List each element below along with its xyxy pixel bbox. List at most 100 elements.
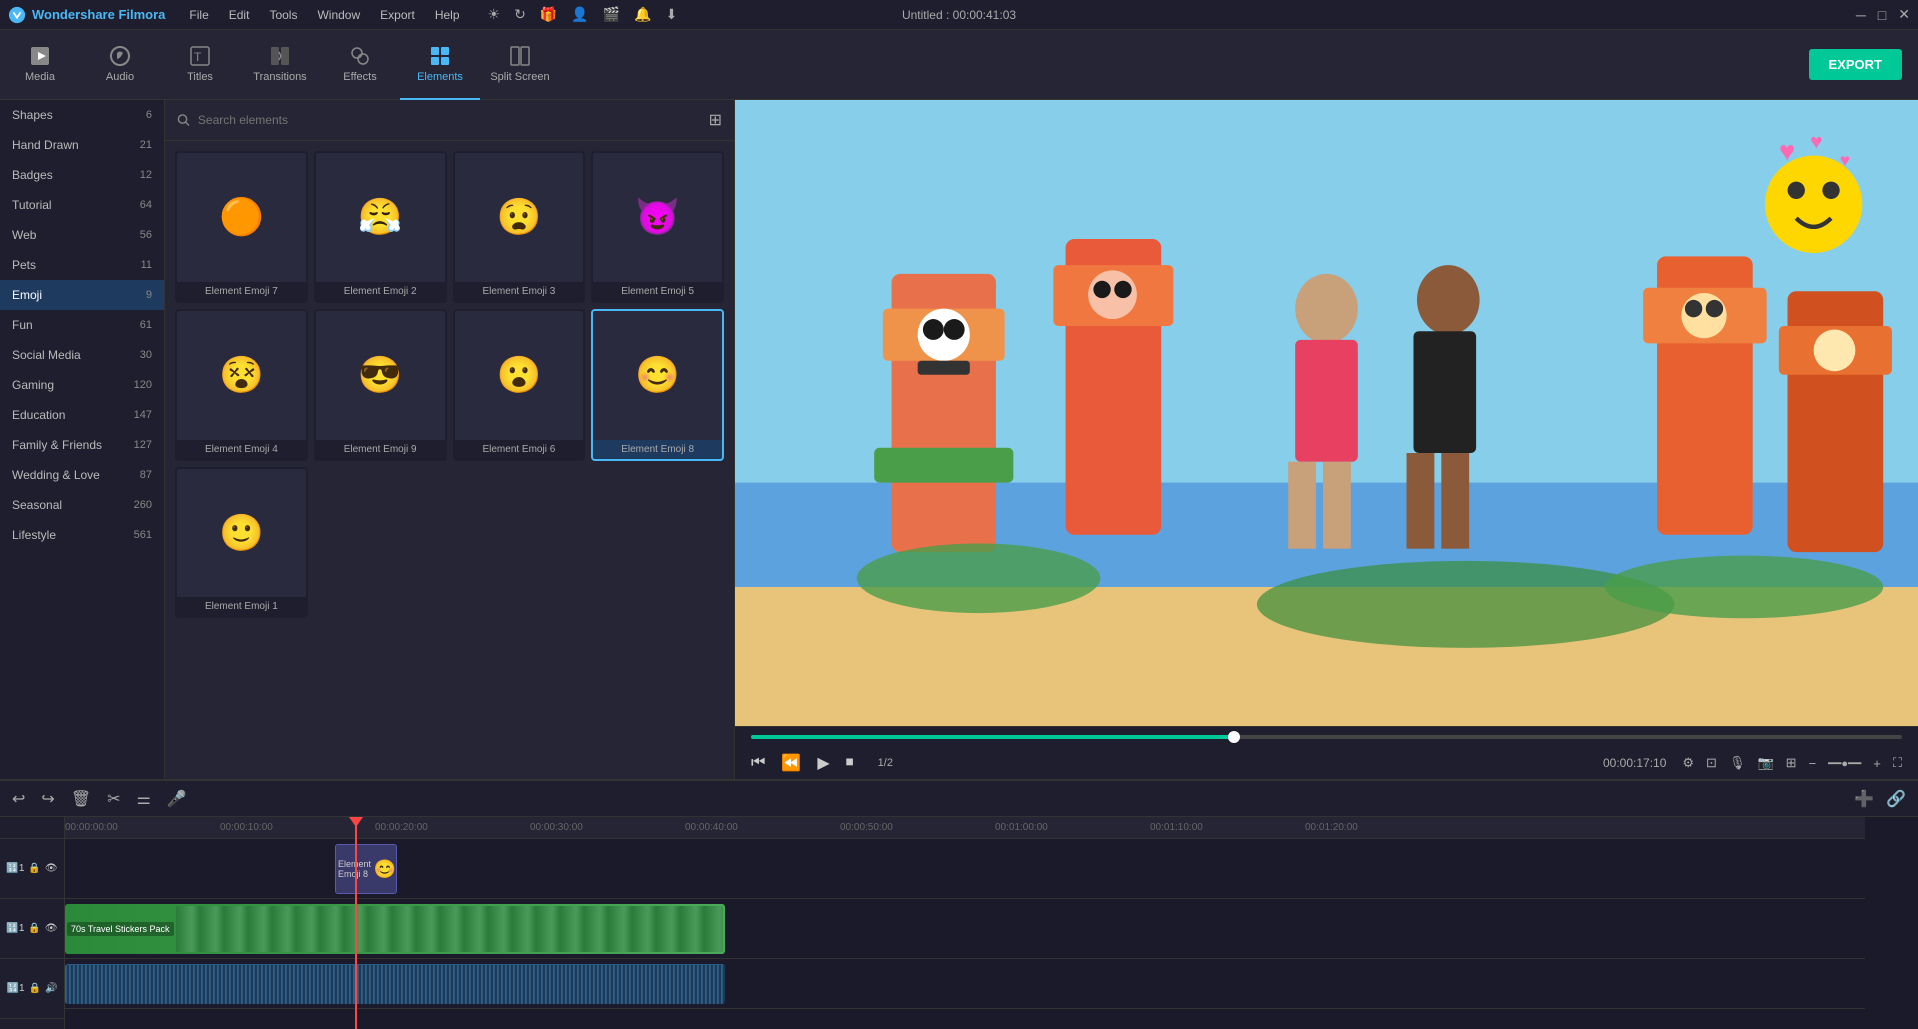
- element-emoji2-label: Element Emoji 2: [316, 282, 445, 301]
- progress-bar[interactable]: [751, 735, 1902, 739]
- menu-file[interactable]: File: [181, 6, 216, 24]
- close-button[interactable]: ✕: [1898, 6, 1910, 23]
- play-button[interactable]: ▶: [817, 753, 829, 773]
- menu-export[interactable]: Export: [372, 6, 423, 24]
- sun-icon[interactable]: ☀: [488, 6, 501, 23]
- sidebar-item-web[interactable]: Web 56: [0, 220, 164, 250]
- redo-button[interactable]: ↪: [41, 789, 54, 809]
- element-emoji8[interactable]: 😊 Element Emoji 8: [591, 309, 724, 461]
- split-button[interactable]: ⚌: [137, 789, 151, 809]
- sidebar-item-education[interactable]: Education 147: [0, 400, 164, 430]
- snapshot-icon[interactable]: 📷: [1757, 755, 1773, 771]
- film-icon[interactable]: 🎬: [603, 6, 620, 23]
- titlebar-icons: ☀ ↻ 🎁 👤 🎬 🔔 ⬇: [488, 6, 678, 23]
- timeline-tracks: 🔢1 🔒 👁 🔢1 🔒 👁 🔢1 🔒 🔊: [0, 817, 65, 1029]
- titlebar: Wondershare Filmora File Edit Tools Wind…: [0, 0, 1918, 30]
- menu-edit[interactable]: Edit: [221, 6, 258, 24]
- minimize-button[interactable]: ─: [1856, 7, 1866, 23]
- element-emoji9[interactable]: 😎 Element Emoji 9: [314, 309, 447, 461]
- gift-icon[interactable]: 🎁: [540, 6, 557, 23]
- toolbar-media[interactable]: Media: [0, 30, 80, 100]
- svg-text:♥: ♥: [1840, 150, 1850, 170]
- maximize-button[interactable]: □: [1878, 7, 1886, 23]
- grid-toggle-button[interactable]: ⊞: [709, 110, 722, 130]
- track-header-video: 🔢1 🔒 👁: [0, 899, 64, 959]
- settings-icon[interactable]: ⚙: [1682, 755, 1694, 771]
- user-icon[interactable]: 👤: [571, 6, 588, 23]
- sidebar-item-emoji[interactable]: Emoji 9: [0, 280, 164, 310]
- toolbar-titles[interactable]: T Titles: [160, 30, 240, 100]
- download-icon[interactable]: ⬇: [666, 6, 678, 23]
- mic-icon[interactable]: 🎙: [1729, 755, 1746, 771]
- track2-num: 🔢1: [6, 923, 24, 934]
- step-back-button[interactable]: ⏪: [781, 753, 801, 773]
- element-emoji3[interactable]: 😧 Element Emoji 3: [453, 151, 586, 303]
- sidebar-item-gaming[interactable]: Gaming 120: [0, 370, 164, 400]
- menu-help[interactable]: Help: [427, 6, 468, 24]
- sidebar-item-handdrawn[interactable]: Hand Drawn 21: [0, 130, 164, 160]
- fullscreen-icon[interactable]: ⛶: [1893, 755, 1902, 771]
- element-emoji4[interactable]: 😵 Element Emoji 4: [175, 309, 308, 461]
- video-clip[interactable]: 70s Travel Stickers Pack: [65, 904, 725, 954]
- element-emoji7[interactable]: 🟠 Element Emoji 7: [175, 151, 308, 303]
- element-emoji1[interactable]: 🙂 Element Emoji 1: [175, 467, 308, 619]
- link-button[interactable]: 🔗: [1886, 789, 1906, 809]
- progress-handle[interactable]: [1228, 731, 1240, 743]
- track3-lock[interactable]: 🔒: [29, 983, 41, 994]
- track2-eye[interactable]: 👁: [45, 923, 58, 934]
- menu-window[interactable]: Window: [309, 6, 368, 24]
- track2-lock[interactable]: 🔒: [28, 923, 40, 934]
- stop-button[interactable]: ⏹: [846, 754, 854, 772]
- toolbar-splitscreen[interactable]: Split Screen: [480, 30, 560, 100]
- elements-grid: 🟠 Element Emoji 7 😤 Element Emoji 2 😧 El…: [165, 141, 734, 628]
- toolbar-transitions[interactable]: Transitions: [240, 30, 320, 100]
- sidebar-item-seasonal[interactable]: Seasonal 260: [0, 490, 164, 520]
- timeline-ruler-area[interactable]: 00:00:00:00 00:00:10:00 00:00:20:00 00:0…: [65, 817, 1918, 1029]
- menu-tools[interactable]: Tools: [261, 6, 305, 24]
- element-emoji9-thumb: 😎: [316, 311, 445, 440]
- export-button[interactable]: EXPORT: [1809, 49, 1902, 80]
- timecode-display: 00:00:17:10: [1603, 756, 1666, 770]
- delete-button[interactable]: 🗑: [71, 789, 91, 809]
- track1-eye[interactable]: 👁: [45, 863, 58, 874]
- video-preview: ♥ ♥ ♥: [735, 100, 1918, 726]
- add-track-button[interactable]: ➕: [1854, 789, 1874, 809]
- zoom-slider[interactable]: ━━●━━: [1828, 757, 1861, 770]
- toolbar-splitscreen-label: Split Screen: [490, 71, 549, 83]
- sidebar-item-familyfriends[interactable]: Family & Friends 127: [0, 430, 164, 460]
- svg-text:♥: ♥: [1779, 136, 1796, 167]
- track3-sound[interactable]: 🔊: [45, 983, 57, 994]
- voiceover-button[interactable]: 🎤: [167, 789, 187, 809]
- toolbar-elements[interactable]: Elements: [400, 30, 480, 100]
- cut-button[interactable]: ✂: [107, 789, 120, 809]
- element-emoji6[interactable]: 😮 Element Emoji 6: [453, 309, 586, 461]
- element-emoji5[interactable]: 😈 Element Emoji 5: [591, 151, 724, 303]
- element-clip[interactable]: Element Emoji 8 😊: [335, 844, 397, 894]
- sidebar-item-weddinglove[interactable]: Wedding & Love 87: [0, 460, 164, 490]
- sidebar-item-lifestyle[interactable]: Lifestyle 561: [0, 520, 164, 550]
- playhead-marker[interactable]: [349, 817, 363, 827]
- sidebar-item-fun[interactable]: Fun 61: [0, 310, 164, 340]
- audio-clip[interactable]: [65, 964, 725, 1004]
- skip-back-button[interactable]: ⏮: [751, 754, 765, 772]
- element-emoji2[interactable]: 😤 Element Emoji 2: [314, 151, 447, 303]
- crop-icon[interactable]: ⊡: [1706, 755, 1717, 771]
- toolbar-audio[interactable]: Audio: [80, 30, 160, 100]
- sidebar-item-badges[interactable]: Badges 12: [0, 160, 164, 190]
- zoom-in-icon[interactable]: +: [1873, 756, 1881, 771]
- bell-icon[interactable]: 🔔: [634, 6, 651, 23]
- layout-icon[interactable]: ⊞: [1786, 755, 1797, 771]
- toolbar-effects[interactable]: Effects: [320, 30, 400, 100]
- preview-svg: ♥ ♥ ♥: [735, 100, 1918, 726]
- search-input[interactable]: [198, 113, 701, 127]
- sidebar-item-socialmedia[interactable]: Social Media 30: [0, 340, 164, 370]
- track3-num: 🔢1: [7, 983, 25, 994]
- sidebar-item-tutorial[interactable]: Tutorial 64: [0, 190, 164, 220]
- sidebar-item-pets[interactable]: Pets 11: [0, 250, 164, 280]
- track1-lock[interactable]: 🔒: [28, 863, 40, 874]
- playhead-line: [355, 817, 357, 1029]
- zoom-out-icon[interactable]: −: [1809, 756, 1817, 771]
- undo-button[interactable]: ↩: [12, 789, 25, 809]
- sidebar-item-shapes[interactable]: Shapes 6: [0, 100, 164, 130]
- sync-icon[interactable]: ↻: [514, 6, 526, 23]
